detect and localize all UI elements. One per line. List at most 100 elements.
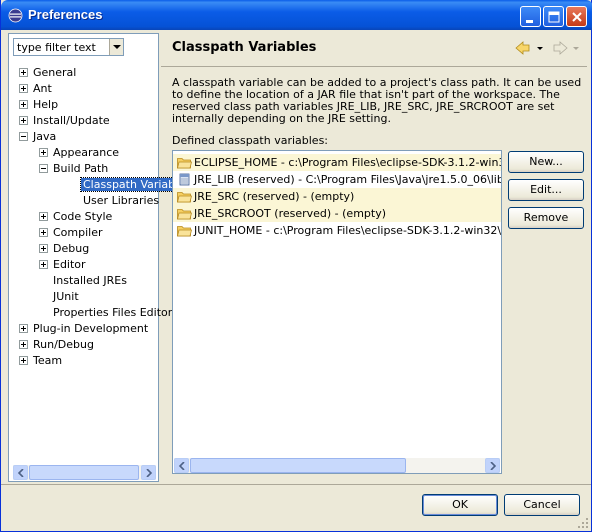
tree-item[interactable]: Build Path [9,161,158,177]
back-arrow-icon[interactable] [515,41,530,55]
tree-item-label: Build Path [53,162,109,175]
expand-icon[interactable] [19,84,28,93]
collapse-icon[interactable] [39,164,48,173]
list-scroll-thumb[interactable] [190,458,406,473]
tree-item-label: Java [33,130,57,143]
expand-icon[interactable] [39,148,48,157]
variable-list-item[interactable]: JRE_SRCROOT (reserved) - (empty) [173,205,501,222]
filter-dropdown-button[interactable] [109,39,123,55]
variable-list-item[interactable]: JRE_LIB (reserved) - C:\Program Files\Ja… [173,171,501,188]
expand-icon[interactable] [19,68,28,77]
close-button[interactable] [566,6,587,27]
tree-item[interactable]: Appearance [9,145,158,161]
list-horizontal-scrollbar[interactable] [174,458,500,473]
window-title: Preferences [28,7,103,22]
tree-item-label: Installed JREs [53,274,127,287]
tree-item-label: Editor [53,258,86,271]
collapse-icon[interactable] [19,132,28,141]
page-description: A classpath variable can be added to a p… [172,76,582,125]
tree-item-label: Run/Debug [33,338,94,351]
tree-item[interactable]: Editor [9,257,158,273]
tree-item-label: Compiler [53,226,103,239]
expand-icon[interactable] [39,244,48,253]
resize-grip-icon[interactable] [578,518,589,529]
variable-list-item[interactable]: JRE_SRC (reserved) - (empty) [173,188,501,205]
tree-item[interactable]: Java [9,129,158,145]
cancel-button[interactable]: Cancel [504,494,580,516]
tree-item-label: General [33,66,77,79]
list-scroll-right-button[interactable] [485,458,500,473]
arrow-right-icon [490,462,497,470]
tree-item[interactable]: Run/Debug [9,337,158,353]
maximize-button[interactable] [543,6,564,27]
defined-variables-label: Defined classpath variables: [172,134,329,147]
tree-item[interactable]: JUnit [9,289,158,305]
folder-icon [176,207,193,220]
minimize-button[interactable] [520,6,541,27]
arrow-right-icon [146,469,153,477]
expand-icon[interactable] [19,116,28,125]
jar-icon [177,173,192,186]
expand-icon[interactable] [19,356,28,365]
history-navigation [515,40,585,56]
tree-item-label: Debug [53,242,90,255]
filter-input[interactable]: type filter text [17,41,96,54]
expand-icon[interactable] [19,340,28,349]
tree-item[interactable]: Plug-in Development [9,321,158,337]
scroll-thumb[interactable] [29,465,139,480]
tree-item[interactable]: Code Style [9,209,158,225]
tree-item-label: Properties Files Editor [53,306,173,319]
remove-variable-button[interactable]: Remove [508,207,584,229]
page-title: Classpath Variables [172,40,317,55]
expand-icon[interactable] [39,260,48,269]
tree-item-label: Plug-in Development [33,322,149,335]
tree-item[interactable]: Installed JREs [9,273,158,289]
tree-item[interactable]: Properties Files Editor [9,305,172,321]
expand-icon[interactable] [19,324,28,333]
tree-item-label: JUnit [53,290,79,303]
tree-item[interactable]: Install/Update [9,113,158,129]
tree-item[interactable]: Compiler [9,225,158,241]
header-separator [161,66,587,67]
new-variable-button[interactable]: New... [508,151,584,173]
variable-list-item[interactable]: ECLIPSE_HOME - c:\Program Files\eclipse-… [173,154,501,171]
expand-icon[interactable] [39,212,48,221]
tree-item-label: Code Style [53,210,113,223]
classpath-variables-list[interactable]: ECLIPSE_HOME - c:\Program Files\eclipse-… [172,150,502,474]
tree-item-label: Help [33,98,59,111]
expand-icon[interactable] [39,228,48,237]
back-dropdown-icon[interactable] [537,47,543,50]
scroll-left-button[interactable] [13,465,28,480]
arrow-left-icon [178,462,185,470]
variable-list-item[interactable]: JUNIT_HOME - c:\Program Files\eclipse-SD… [173,222,501,239]
tree-item[interactable]: Team [9,353,158,369]
tree-item[interactable]: Help [9,97,158,113]
tree-item-label: Install/Update [33,114,110,127]
tree-item[interactable]: Classpath Variables [9,177,194,193]
variable-text: ECLIPSE_HOME - c:\Program Files\eclipse-… [194,156,501,169]
filter-combo[interactable]: type filter text [13,38,124,56]
title-bar[interactable]: Preferences [1,0,592,30]
variable-text: JRE_SRCROOT (reserved) - (empty) [194,207,387,220]
tree-item[interactable]: General [9,65,158,81]
tree-item-label: User Libraries [83,194,160,207]
tree-item[interactable]: User Libraries [9,193,160,209]
edit-variable-button[interactable]: Edit... [508,179,584,201]
tree-horizontal-scrollbar[interactable] [13,465,156,480]
ok-button[interactable]: OK [422,494,498,516]
folder-icon [176,156,193,169]
list-scroll-left-button[interactable] [174,458,189,473]
footer-separator [1,484,591,485]
preferences-window: Preferences type filter text General Ant H… [0,0,592,532]
folder-icon [176,224,193,237]
arrow-left-icon [17,469,24,477]
forward-dropdown-icon[interactable] [573,47,579,50]
forward-arrow-icon[interactable] [553,41,568,55]
tree-item[interactable]: Ant [9,81,158,97]
tree-item[interactable]: Debug [9,241,158,257]
scroll-right-button[interactable] [141,465,156,480]
expand-icon[interactable] [19,100,28,109]
variable-text: JRE_LIB (reserved) - C:\Program Files\Ja… [194,173,502,186]
tree-item-label: Team [33,354,63,367]
variable-text: JRE_SRC (reserved) - (empty) [194,190,355,203]
